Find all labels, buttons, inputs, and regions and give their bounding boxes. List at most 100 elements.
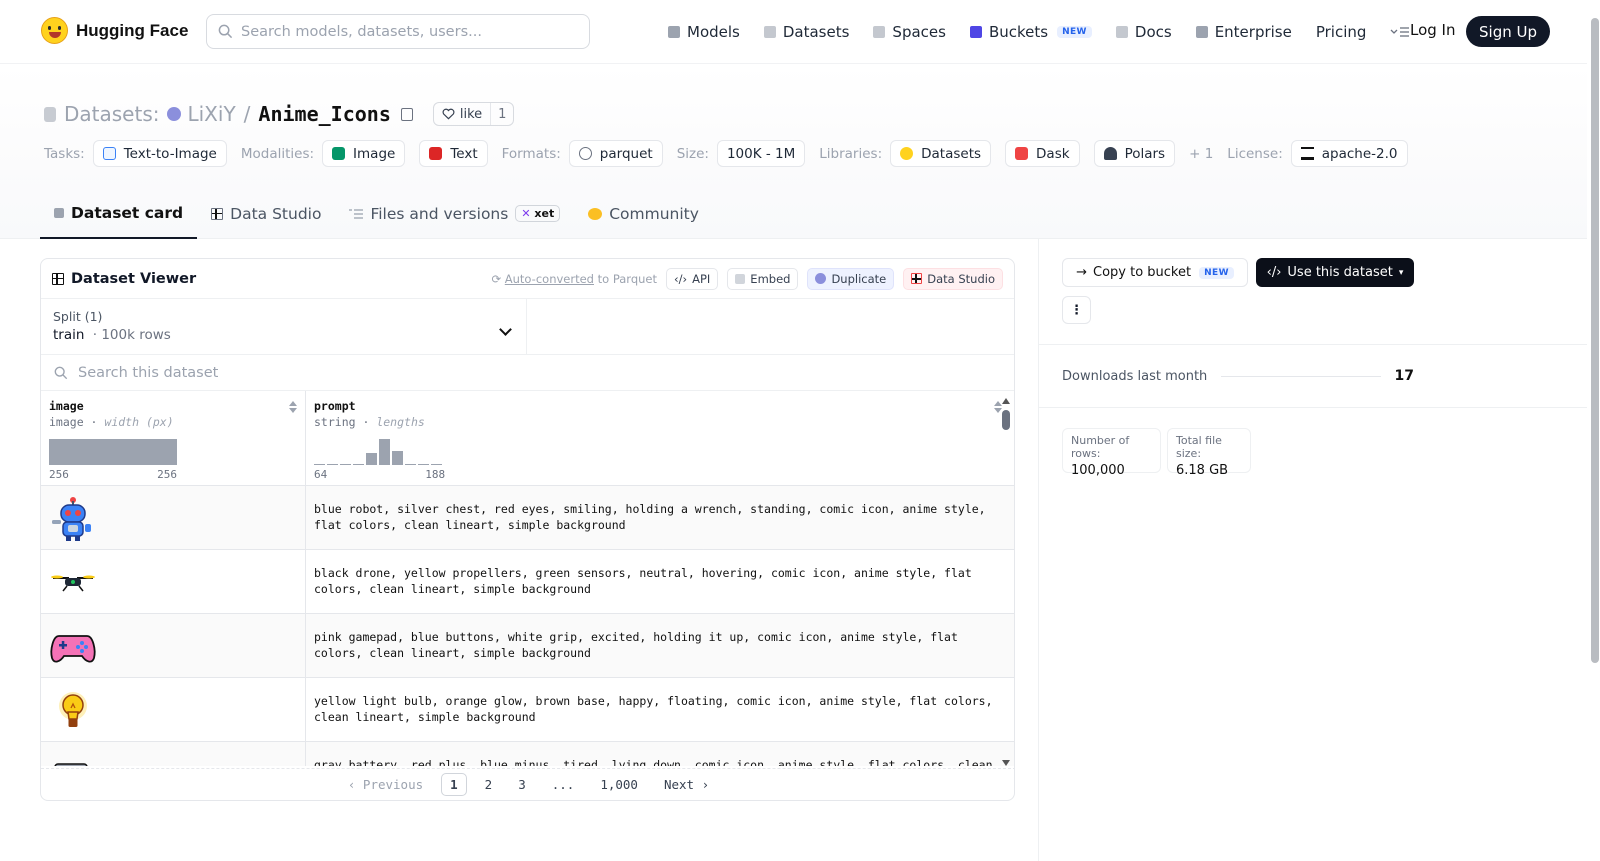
use-this-dataset-button[interactable]: ‹/› Use this dataset ▾: [1256, 258, 1414, 287]
tag-image[interactable]: Image: [322, 140, 406, 167]
nav-pricing[interactable]: Pricing: [1316, 23, 1367, 41]
scroll-up-icon[interactable]: [1002, 398, 1010, 404]
size-label: Size:: [676, 145, 709, 162]
nav-more-menu[interactable]: [1390, 26, 1410, 38]
page-button[interactable]: 1: [441, 773, 467, 796]
divider: [1039, 407, 1587, 408]
tag-datasets-lib[interactable]: Datasets: [890, 140, 992, 167]
global-search-input[interactable]: Search models, datasets, users...: [206, 14, 590, 49]
tab-label: Dataset card: [71, 203, 184, 222]
cube-icon: [54, 207, 64, 218]
dataset-search-input[interactable]: Search this dataset: [41, 355, 1014, 391]
api-button[interactable]: ‹/› API: [666, 267, 719, 290]
tag-label: Image: [353, 145, 396, 162]
brand-logo[interactable]: Hugging Face: [41, 17, 188, 44]
tag-label: Dask: [1036, 145, 1070, 162]
table-row[interactable]: pink gamepad, blue buttons, white grip, …: [41, 614, 1014, 678]
data-studio-button[interactable]: Data Studio: [903, 267, 1003, 290]
page-scrollbar[interactable]: [1587, 0, 1600, 861]
previous-label: Previous: [362, 777, 424, 792]
nav-docs[interactable]: Docs: [1115, 23, 1172, 41]
page-button[interactable]: 1,000: [592, 774, 646, 795]
cube-icon: [668, 26, 680, 38]
prompt-cell[interactable]: blue robot, silver chest, red eyes, smil…: [306, 486, 1014, 549]
tab-dataset-card[interactable]: Dataset card: [40, 188, 198, 239]
dataset-name[interactable]: Anime_Icons: [258, 102, 390, 126]
page-button[interactable]: 2: [477, 774, 501, 795]
nav-models[interactable]: Models: [668, 23, 740, 41]
signup-button[interactable]: Sign Up: [1466, 16, 1550, 47]
image-cell[interactable]: [41, 486, 306, 549]
dataset-viewer: Dataset Viewer ⟳ Auto-converted to Parqu…: [40, 258, 1015, 801]
prompt-cell[interactable]: pink gamepad, blue buttons, white grip, …: [306, 614, 1014, 677]
image-cell[interactable]: [41, 550, 306, 613]
sort-icon[interactable]: [289, 401, 297, 413]
login-link[interactable]: Log In: [1410, 21, 1456, 39]
tab-community[interactable]: Community: [574, 188, 713, 239]
more-options-button[interactable]: ⋮: [1062, 296, 1091, 324]
split-value: train · 100k rows: [53, 327, 171, 343]
hugging-face-icon: [900, 147, 914, 160]
size-stat: Total file size: 6.18 GB: [1167, 428, 1251, 478]
tag-parquet[interactable]: parquet: [568, 140, 663, 167]
lightbulb-icon: [59, 691, 87, 727]
table-scrollbar[interactable]: [1002, 398, 1010, 766]
tag-size[interactable]: 100K - 1M: [716, 140, 806, 167]
copy-to-bucket-label: Copy to bucket: [1093, 265, 1192, 280]
split-select[interactable]: Split (1) train · 100k rows: [41, 299, 527, 354]
dataset-header: Datasets: LiXiY / Anime_Icons like 1 Tas…: [0, 64, 1587, 239]
image-cell[interactable]: [41, 614, 306, 677]
like-button[interactable]: like 1: [432, 102, 515, 126]
table-row[interactable]: blue robot, silver chest, red eyes, smil…: [41, 486, 1014, 550]
owner-link[interactable]: LiXiY: [167, 102, 236, 126]
libraries-more[interactable]: + 1: [1189, 146, 1213, 162]
image-cell[interactable]: +−: [41, 742, 306, 766]
table-row[interactable]: black drone, yellow propellers, green se…: [41, 550, 1014, 614]
column-type-name: image: [49, 415, 84, 429]
files-icon: [349, 208, 364, 219]
copy-icon[interactable]: [400, 107, 413, 121]
embed-button[interactable]: Embed: [727, 267, 799, 290]
table-icon: [211, 207, 224, 220]
column-header-image[interactable]: image image · width (px) 256 256: [41, 391, 306, 485]
xet-badge: ✕ xet: [515, 205, 561, 222]
page-scroll-thumb[interactable]: [1591, 18, 1599, 663]
scroll-thumb[interactable]: [1002, 410, 1010, 430]
prompt-cell[interactable]: yellow light bulb, orange glow, brown ba…: [306, 678, 1014, 741]
tag-polars[interactable]: Polars: [1093, 140, 1176, 167]
tab-data-studio[interactable]: Data Studio: [197, 188, 335, 239]
modalities-label: Modalities:: [240, 145, 315, 162]
owner-avatar: [167, 107, 182, 121]
nav-enterprise[interactable]: Enterprise: [1195, 23, 1292, 41]
tag-license[interactable]: apache-2.0: [1290, 140, 1408, 167]
tag-text-to-image[interactable]: Text-to-Image: [92, 140, 227, 167]
duplicate-icon: [815, 273, 827, 284]
duplicate-button[interactable]: Duplicate: [807, 267, 895, 290]
nav-buckets[interactable]: Buckets NEW: [969, 23, 1092, 41]
prompt-cell[interactable]: black drone, yellow propellers, green se…: [306, 550, 1014, 613]
scroll-down-icon[interactable]: [1002, 760, 1010, 766]
copy-to-bucket-button[interactable]: → Copy to bucket NEW: [1062, 258, 1248, 287]
table-row[interactable]: yellow light bulb, orange glow, brown ba…: [41, 678, 1014, 742]
prompt-cell[interactable]: gray battery, red plus, blue minus, tire…: [306, 742, 1014, 766]
bucket-icon: [969, 26, 982, 38]
tab-files-versions[interactable]: Files and versions ✕ xet: [335, 188, 574, 239]
table-row[interactable]: +− gray battery, red plus, blue minus, t…: [41, 742, 1014, 766]
tag-label: Text: [450, 145, 478, 162]
previous-page-button[interactable]: ‹ Previous: [340, 774, 431, 795]
width-histogram-bar: [49, 439, 177, 465]
page-button[interactable]: 3: [510, 774, 534, 795]
next-page-button[interactable]: Next ›: [656, 774, 717, 795]
image-cell[interactable]: [41, 678, 306, 741]
tag-dask[interactable]: Dask: [1005, 140, 1080, 167]
column-header-prompt[interactable]: prompt string · lengths 64 188: [306, 391, 1014, 485]
auto-converted-link[interactable]: Auto-converted: [505, 272, 594, 286]
divider: [1039, 344, 1587, 345]
tag-text[interactable]: Text: [419, 140, 488, 167]
nav-spaces[interactable]: Spaces: [873, 23, 946, 41]
viewer-title: Dataset Viewer: [52, 271, 196, 287]
hist-max: 188: [425, 468, 446, 481]
sort-icon[interactable]: [994, 401, 1002, 413]
nav-datasets[interactable]: Datasets: [763, 23, 849, 41]
histogram-bar: [418, 464, 429, 465]
